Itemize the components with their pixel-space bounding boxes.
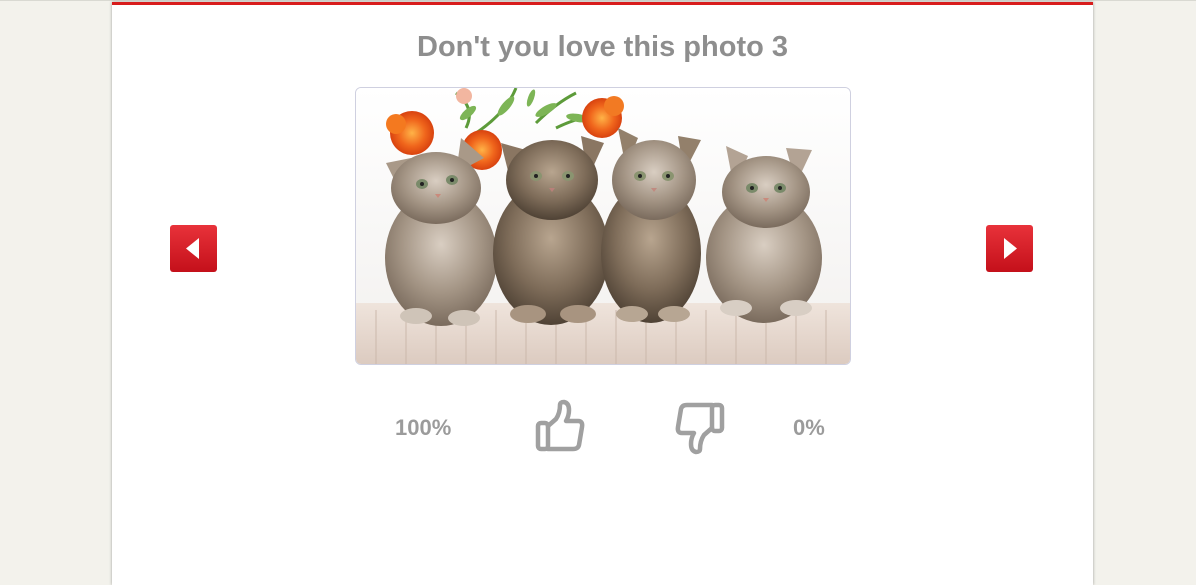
thumbs-down-icon (675, 402, 725, 455)
photo-vote-card: Don't you love this photo 3 100% 0% (112, 2, 1093, 585)
caret-left-icon (186, 238, 199, 259)
kittens-photo (355, 87, 851, 365)
like-percentage: 100% (395, 415, 452, 440)
page-title: Don't you love this photo 3 (417, 31, 788, 63)
like-button[interactable] (534, 399, 586, 455)
window-top-border (0, 0, 1196, 1)
dislike-percentage: 0% (793, 415, 825, 440)
thumbs-up-icon (535, 399, 585, 452)
previous-photo-button[interactable] (170, 225, 217, 272)
dislike-button[interactable] (674, 399, 726, 455)
next-photo-button[interactable] (986, 225, 1033, 272)
caret-right-icon (1004, 238, 1017, 259)
